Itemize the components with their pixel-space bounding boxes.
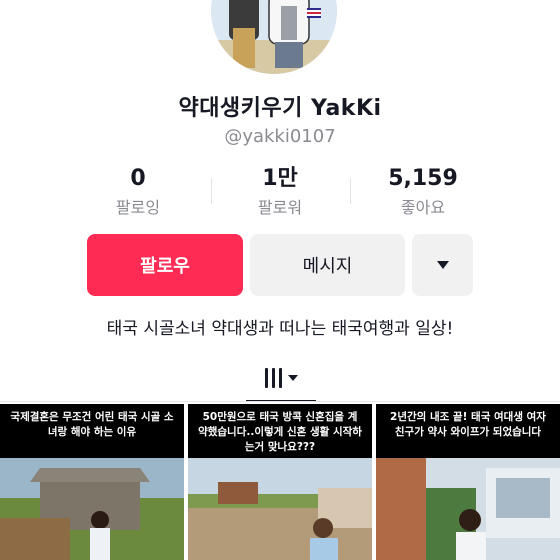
follow-button[interactable]: 팔로우 bbox=[87, 234, 243, 296]
stat-divider bbox=[211, 178, 212, 204]
video-thumbnail[interactable]: 50만원으로 태국 방콕 신혼집을 계약했습니다..이렇게 신혼 생활 시작하는… bbox=[188, 404, 372, 560]
stat-followers-count: 1만 bbox=[262, 166, 298, 191]
video-preview-image bbox=[0, 458, 184, 560]
stat-following-count: 0 bbox=[130, 166, 146, 191]
video-thumbnail[interactable]: 국제결혼은 무조건 어린 태국 시골 소녀랑 해야 하는 이유 bbox=[0, 404, 184, 560]
stat-likes-label: 좋아요 bbox=[400, 198, 446, 217]
stat-following-label: 팔로잉 bbox=[115, 198, 161, 217]
profile-bio: 태국 시골소녀 약대생과 떠나는 태국여행과 일상! bbox=[106, 319, 454, 339]
video-preview-image bbox=[188, 458, 372, 560]
profile-display-name: 약대생키우기 YakKi bbox=[178, 96, 382, 121]
avatar-illustration bbox=[211, 0, 337, 74]
video-thumbnail[interactable]: 2년간의 내조 끝! 태국 여대생 여자친구가 약사 와이프가 되었습니다 bbox=[376, 404, 560, 560]
stat-followers[interactable]: 1만 팔로워 bbox=[215, 166, 345, 218]
stat-likes[interactable]: 5,159 좋아요 bbox=[358, 166, 488, 218]
video-caption: 2년간의 내조 끝! 태국 여대생 여자친구가 약사 와이프가 되었습니다 bbox=[376, 404, 560, 458]
profile-username: @yakki0107 bbox=[224, 126, 336, 147]
profile-avatar[interactable] bbox=[211, 0, 337, 74]
tab-divider bbox=[0, 401, 560, 402]
message-button[interactable]: 메시지 bbox=[250, 234, 405, 296]
stat-followers-label: 팔로워 bbox=[257, 198, 303, 217]
caret-down-icon bbox=[436, 261, 449, 269]
stat-divider bbox=[350, 178, 351, 204]
video-caption: 국제결혼은 무조건 어린 태국 시골 소녀랑 해야 하는 이유 bbox=[0, 404, 184, 458]
stat-likes-count: 5,159 bbox=[388, 166, 458, 191]
more-options-button[interactable] bbox=[412, 234, 473, 296]
video-grid-icon bbox=[264, 368, 282, 388]
video-caption: 50만원으로 태국 방콕 신혼집을 계약했습니다..이렇게 신혼 생활 시작하는… bbox=[188, 404, 372, 458]
stat-following[interactable]: 0 팔로잉 bbox=[73, 166, 203, 218]
tab-videos[interactable] bbox=[246, 356, 316, 402]
caret-down-icon bbox=[287, 375, 298, 381]
video-preview-image bbox=[376, 458, 560, 560]
